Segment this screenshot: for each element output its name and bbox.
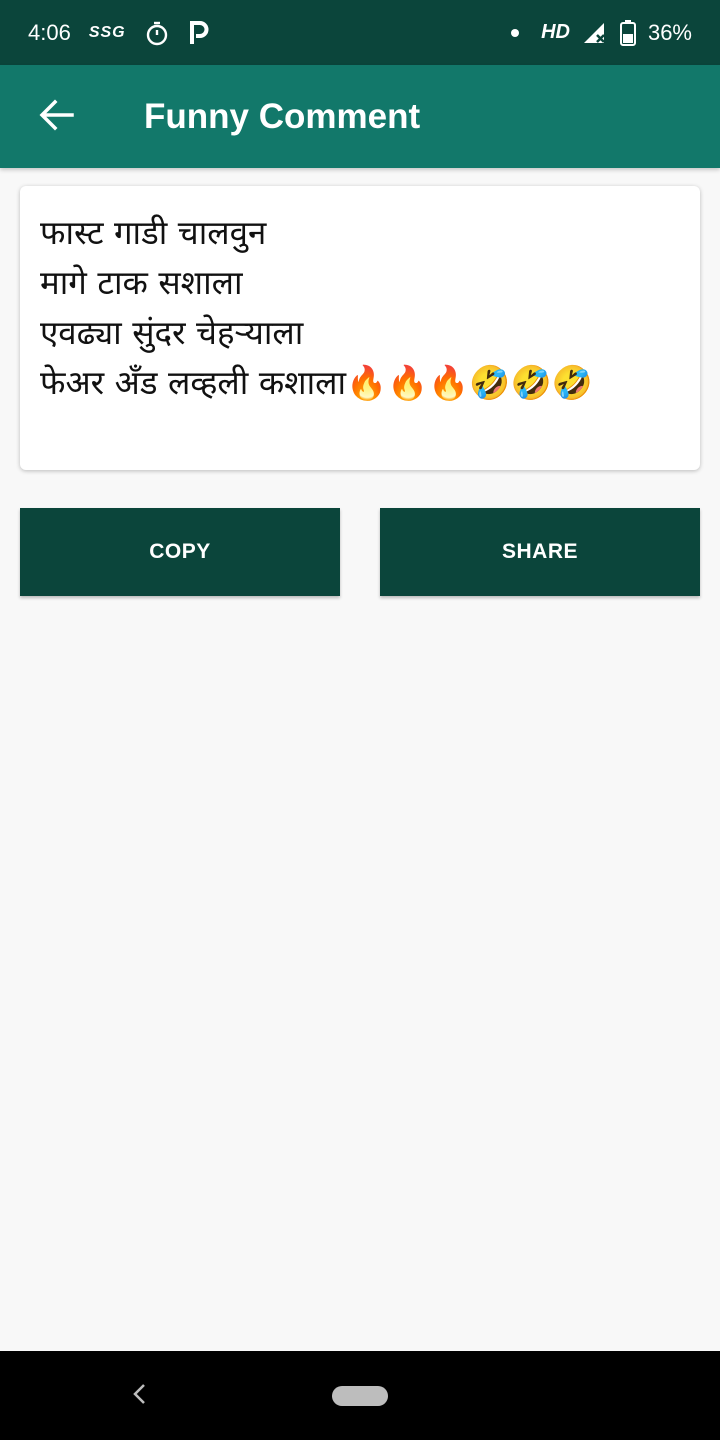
navigation-bar <box>0 1351 720 1440</box>
home-pill-icon[interactable] <box>332 1386 388 1406</box>
stopwatch-icon <box>144 20 170 46</box>
status-bar: 4:06 SSG HD 36% <box>0 0 720 65</box>
back-button[interactable] <box>0 65 112 168</box>
comment-text: फास्ट गाडी चालवुन मागे टाक सशाला एवढ्या … <box>40 213 593 402</box>
signal-icon <box>582 21 608 45</box>
notification-dot <box>511 28 520 37</box>
share-button[interactable]: SHARE <box>380 508 700 596</box>
battery-icon <box>619 19 636 46</box>
comment-card: फास्ट गाडी चालवुन मागे टाक सशाला एवढ्या … <box>20 186 700 470</box>
chevron-left-icon <box>131 1382 147 1410</box>
copy-button[interactable]: COPY <box>20 508 340 596</box>
battery-percent: 36% <box>647 19 692 45</box>
app-bar: Funny Comment <box>0 65 720 168</box>
nav-back-button[interactable] <box>124 1379 154 1413</box>
p-icon <box>188 20 210 46</box>
network-label: HD <box>541 21 570 43</box>
arrow-left-icon <box>38 99 74 135</box>
status-time: 4:06 <box>28 19 71 45</box>
page-title: Funny Comment <box>144 96 421 136</box>
carrier-label: SSG <box>88 23 126 41</box>
